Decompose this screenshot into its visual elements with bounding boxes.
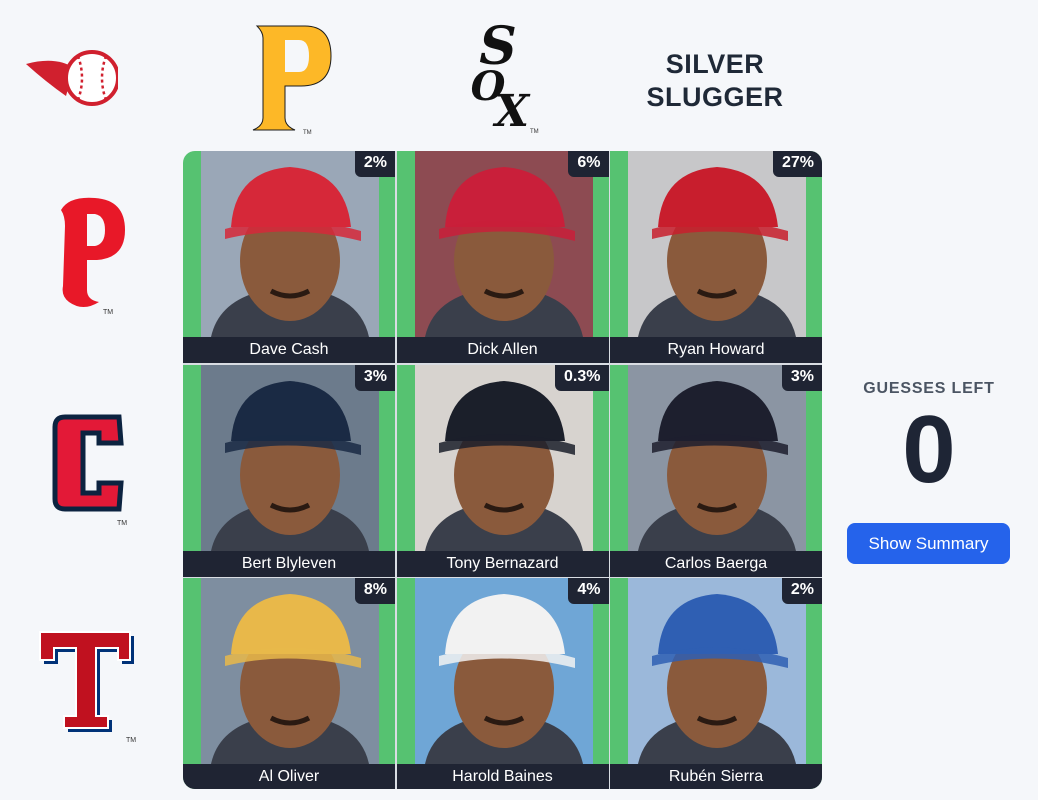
player-name: Al Oliver	[183, 764, 395, 789]
player-name: Dave Cash	[183, 337, 395, 363]
svg-text:X: X	[492, 86, 531, 137]
guess-percentage: 8%	[354, 578, 395, 604]
column-header-white-sox: S O X TM	[396, 16, 608, 143]
guess-percentage: 4%	[568, 578, 609, 604]
svg-text:TM: TM	[303, 130, 312, 136]
guess-percentage: 2%	[781, 578, 822, 604]
answer-grid: 2% Dave Cash 6% Dick Allen 27% Ryan Howard 3% B…	[183, 151, 822, 789]
guess-percentage: 27%	[772, 151, 822, 177]
row-header-rangers: TM	[14, 577, 164, 789]
player-name: Ryan Howard	[610, 337, 822, 363]
svg-text:TM: TM	[103, 309, 113, 316]
player-photo	[628, 364, 806, 551]
player-name: Tony Bernazard	[396, 550, 609, 577]
grid-cell[interactable]: 8% Al Oliver	[183, 578, 395, 789]
rangers-t-logo-icon: TM	[34, 616, 144, 751]
svg-text:TM: TM	[117, 520, 127, 527]
show-summary-button[interactable]: Show Summary	[847, 523, 1010, 564]
guardians-c-logo-icon: TM	[39, 403, 139, 538]
player-name: Carlos Baerga	[610, 550, 822, 577]
guess-percentage: 6%	[568, 151, 609, 177]
grid-cell[interactable]: 27% Ryan Howard	[610, 151, 822, 363]
player-photo	[201, 578, 379, 764]
player-photo	[414, 151, 593, 337]
player-photo	[628, 578, 806, 764]
criteria-silver-slugger: SILVER SLUGGER	[646, 49, 784, 112]
player-name: Bert Blyleven	[183, 550, 395, 577]
guess-percentage: 0.3%	[555, 364, 609, 391]
corner-logo	[26, 46, 120, 112]
grid-cell[interactable]: 4% Harold Baines	[396, 578, 609, 789]
player-photo	[628, 151, 806, 337]
guess-percentage: 2%	[354, 151, 395, 177]
grid-cell[interactable]: 2% Rubén Sierra	[610, 578, 822, 789]
player-name: Harold Baines	[396, 764, 609, 789]
player-name: Dick Allen	[396, 337, 609, 363]
grid-cell[interactable]: 0.3% Tony Bernazard	[396, 364, 609, 577]
guess-percentage: 3%	[781, 364, 822, 391]
guesses-left-count: 0	[902, 396, 956, 503]
player-name: Rubén Sierra	[610, 764, 822, 789]
player-photo	[414, 364, 593, 551]
player-photo	[201, 151, 379, 337]
column-header-pirates: TM	[183, 18, 395, 143]
player-photo	[414, 578, 593, 764]
pirates-p-logo-icon: TM	[239, 18, 339, 143]
phillies-logo-icon: TM	[39, 190, 139, 325]
grid-cell[interactable]: 3% Bert Blyleven	[183, 364, 395, 577]
guess-percentage: 3%	[354, 364, 395, 391]
row-header-guardians: TM	[14, 364, 164, 576]
svg-text:TM: TM	[126, 737, 136, 744]
baseball-logo-icon	[26, 50, 120, 116]
grid-cell[interactable]: 6% Dick Allen	[396, 151, 609, 363]
player-photo	[201, 364, 379, 551]
column-header-silver-slugger: SILVER SLUGGER	[609, 18, 821, 143]
row-header-phillies: TM	[14, 151, 164, 363]
svg-text:TM: TM	[530, 129, 539, 135]
grid-cell[interactable]: 2% Dave Cash	[183, 151, 395, 363]
grid-cell[interactable]: 3% Carlos Baerga	[610, 364, 822, 577]
white-sox-logo-icon: S O X TM	[452, 16, 552, 143]
